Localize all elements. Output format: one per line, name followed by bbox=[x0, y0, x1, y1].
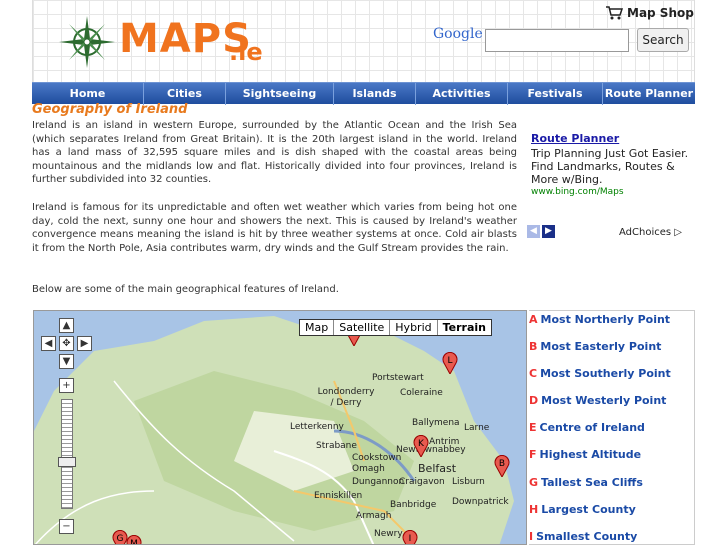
features-intro: Below are some of the main geographical … bbox=[32, 284, 339, 295]
map-legend: A Most Northerly Point B Most Easterly Poi… bbox=[529, 310, 695, 545]
cart-icon bbox=[606, 6, 623, 20]
pan-down-icon[interactable]: ▼ bbox=[59, 354, 74, 369]
map-shop-label: Map Shop bbox=[627, 6, 694, 20]
place-coleraine: Coleraine bbox=[400, 388, 443, 398]
zoom-slider-handle[interactable] bbox=[58, 457, 76, 467]
pan-left-icon[interactable]: ◀ bbox=[41, 336, 56, 351]
map-view[interactable]: Portstewart Coleraine Londonderry / Derr… bbox=[33, 310, 527, 545]
ad-prev-icon[interactable]: ◀ bbox=[527, 225, 540, 238]
place-omagh: Omagh bbox=[352, 464, 385, 474]
place-craigavon: Craigavon bbox=[399, 477, 445, 487]
zoom-slider[interactable] bbox=[61, 399, 73, 509]
map-terrain bbox=[34, 311, 526, 544]
intro-paragraph: Ireland is an island in western Europe, … bbox=[32, 120, 517, 186]
map-type-map[interactable]: Map bbox=[300, 320, 335, 335]
map-type-satellite[interactable]: Satellite bbox=[334, 320, 391, 335]
adchoices-label: AdChoices bbox=[619, 227, 672, 238]
legend-item-g[interactable]: G Tallest Sea Cliffs bbox=[529, 476, 643, 489]
nav-sightseeing[interactable]: Sightseeing bbox=[226, 83, 334, 105]
svg-text:B: B bbox=[499, 459, 505, 469]
pan-right-icon[interactable]: ▶ bbox=[77, 336, 92, 351]
map-pin-i[interactable]: I bbox=[402, 530, 418, 545]
nav-islands[interactable]: Islands bbox=[334, 83, 416, 105]
map-type-switcher: Map Satellite Hybrid Terrain bbox=[299, 319, 492, 336]
nav-route-planner[interactable]: Route Planner bbox=[603, 83, 695, 105]
ad-next-icon[interactable]: ▶ bbox=[542, 225, 555, 238]
legend-item-i[interactable]: I Smallest County bbox=[529, 530, 637, 543]
place-letterkenny: Letterkenny bbox=[290, 422, 344, 432]
ad-block: Route Planner Trip Planning Just Got Eas… bbox=[531, 132, 691, 197]
legend-item-f[interactable]: F Highest Altitude bbox=[529, 448, 641, 461]
map-shop-link[interactable]: Map Shop bbox=[605, 6, 694, 20]
place-downpatrick: Downpatrick bbox=[452, 497, 509, 507]
ad-url[interactable]: www.bing.com/Maps bbox=[531, 187, 691, 197]
weather-paragraph: Ireland is famous for its unpredictable … bbox=[32, 202, 517, 254]
main-nav: Home Cities Sightseeing Islands Activiti… bbox=[32, 82, 695, 105]
svg-text:G: G bbox=[117, 534, 124, 544]
search-input[interactable] bbox=[485, 29, 629, 52]
place-larne: Larne bbox=[464, 423, 490, 433]
google-logo: Google bbox=[433, 26, 483, 42]
legend-item-c[interactable]: C Most Southerly Point bbox=[529, 367, 671, 380]
ad-nav: ◀ ▶ bbox=[527, 225, 555, 238]
place-cookstown: Cookstown bbox=[352, 453, 402, 463]
place-newry: Newry bbox=[374, 529, 403, 539]
place-enniskillen: Enniskillen bbox=[314, 491, 363, 501]
place-armagh: Armagh bbox=[356, 511, 392, 521]
pan-center-icon[interactable]: ✥ bbox=[59, 336, 74, 351]
map-pin-m[interactable]: M bbox=[126, 535, 142, 545]
ad-body: Trip Planning Just Got Easier. Find Land… bbox=[531, 147, 689, 186]
ad-title-link[interactable]: Route Planner bbox=[531, 132, 691, 145]
place-lisburn: Lisburn bbox=[452, 477, 485, 487]
legend-item-a[interactable]: A Most Northerly Point bbox=[529, 313, 670, 326]
pan-up-icon[interactable]: ▲ bbox=[59, 318, 74, 333]
map-type-hybrid[interactable]: Hybrid bbox=[390, 320, 438, 335]
place-strabane: Strabane bbox=[316, 441, 357, 451]
legend-item-e[interactable]: E Centre of Ireland bbox=[529, 421, 645, 434]
map-pin-l[interactable]: L bbox=[442, 352, 458, 374]
nav-activities[interactable]: Activities bbox=[416, 83, 508, 105]
place-ballymena: Ballymena bbox=[412, 418, 460, 428]
compass-icon bbox=[59, 16, 115, 68]
site-logo[interactable]: MAPS .ie bbox=[57, 14, 297, 72]
place-portstewart: Portstewart bbox=[372, 373, 424, 383]
adchoices-icon: ▷ bbox=[674, 227, 682, 238]
place-banbridge: Banbridge bbox=[390, 500, 437, 510]
map-pin-k[interactable]: K bbox=[413, 435, 429, 457]
page-title: Geography of Ireland bbox=[32, 102, 188, 117]
site-header: MAPS .ie Map Shop Google Search bbox=[32, 0, 695, 82]
zoom-out-icon[interactable]: − bbox=[59, 519, 74, 534]
map-type-terrain[interactable]: Terrain bbox=[437, 320, 491, 335]
legend-item-b[interactable]: B Most Easterly Point bbox=[529, 340, 661, 353]
legend-item-h[interactable]: H Largest County bbox=[529, 503, 636, 516]
nav-festivals[interactable]: Festivals bbox=[508, 83, 603, 105]
adchoices-link[interactable]: AdChoices ▷ bbox=[619, 227, 682, 238]
svg-text:L: L bbox=[447, 356, 452, 366]
place-belfast: Belfast bbox=[418, 462, 457, 475]
zoom-in-icon[interactable]: + bbox=[59, 378, 74, 393]
map-pin-b[interactable]: B bbox=[494, 455, 510, 477]
logo-suffix: .ie bbox=[229, 38, 263, 66]
place-dungannon: Dungannon bbox=[352, 477, 405, 487]
place-derry: Londonderry / Derry bbox=[317, 387, 375, 408]
legend-item-d[interactable]: D Most Westerly Point bbox=[529, 394, 666, 407]
svg-text:I: I bbox=[409, 534, 412, 544]
search-button[interactable]: Search bbox=[637, 28, 689, 52]
place-newtownabbey: Newtownabbey bbox=[396, 445, 466, 455]
svg-text:M: M bbox=[130, 539, 138, 545]
